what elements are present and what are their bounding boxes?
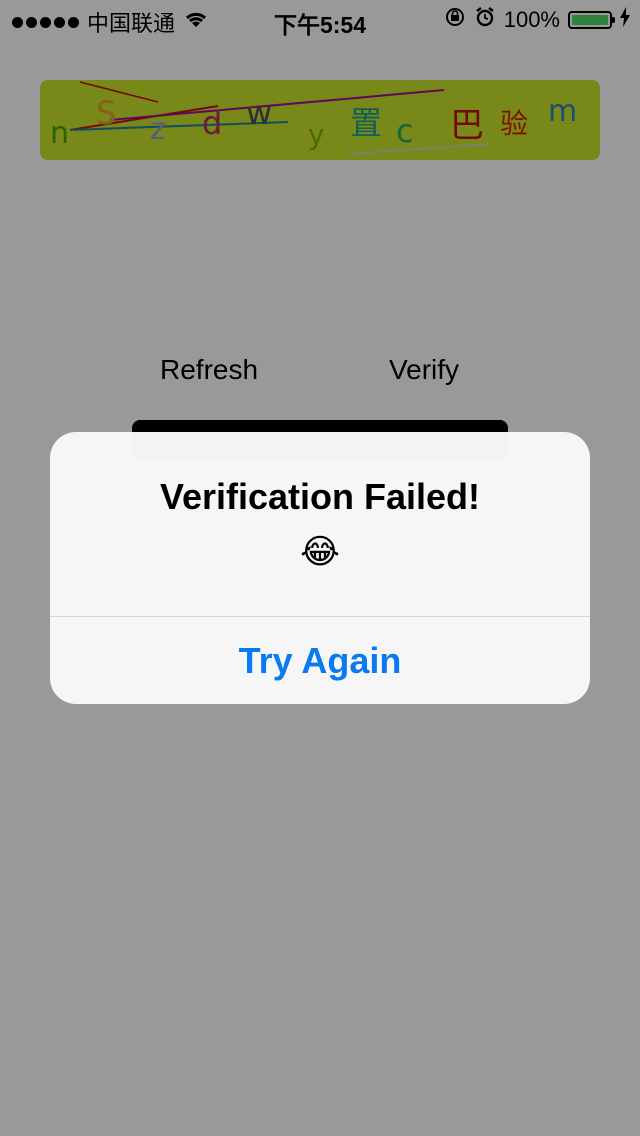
- try-again-button[interactable]: Try Again: [50, 617, 590, 704]
- alert-message: 😂: [300, 533, 340, 571]
- alert-title: Verification Failed!: [159, 476, 481, 517]
